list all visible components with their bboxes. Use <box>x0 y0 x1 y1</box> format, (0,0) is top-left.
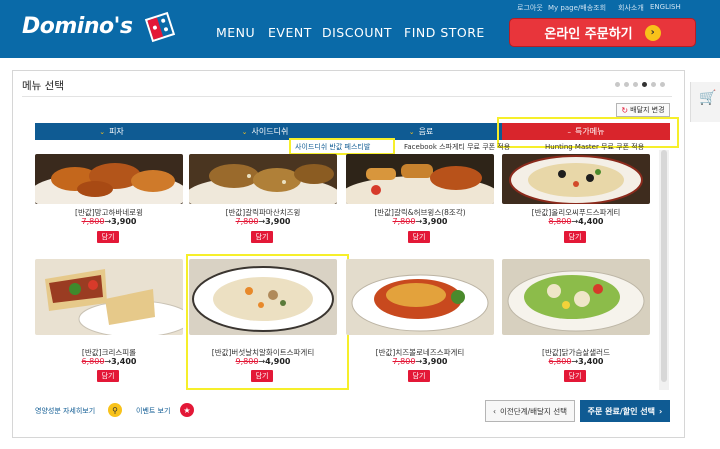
cart-tab[interactable]: 🛒 <box>690 82 720 122</box>
prev-step-label: 이전단계/배달지 선택 <box>499 406 567 416</box>
change-address-label: 배달지 변경 <box>630 106 665 114</box>
subnav-hunting-master[interactable]: Hunting Master 무료 쿠폰 적용 <box>545 142 644 152</box>
nav-menu[interactable]: MENU <box>216 25 255 40</box>
chevron-down-icon: ⌄ <box>408 127 415 136</box>
next-step-button[interactable]: 주문 완료/할인 선택 › <box>580 400 670 422</box>
nutrition-info-link[interactable]: 영양성분 자세히보기 <box>35 406 95 416</box>
cart-icon: 🛒 <box>699 90 717 106</box>
logout-link[interactable]: 로그아웃 <box>517 3 543 13</box>
tab-label: 피자 <box>109 127 124 136</box>
crispy-roll-photo[interactable] <box>35 259 183 335</box>
scrollbar-thumb[interactable] <box>661 150 667 382</box>
online-order-label: 온라인 주문하기 <box>544 27 633 42</box>
nav-event[interactable]: EVENT <box>268 25 312 40</box>
add-to-cart-button[interactable]: 담기 <box>97 370 119 382</box>
tab-label: 음료 <box>418 127 434 136</box>
event-link[interactable]: 이벤트 보기 <box>136 406 170 416</box>
wings-wedges-photo[interactable] <box>346 154 494 204</box>
pager-dot <box>624 82 629 87</box>
chevron-down-icon: ⌄ <box>241 127 248 136</box>
nav-find-store[interactable]: FIND STORE <box>404 25 485 40</box>
tab-label: 사이드디쉬 <box>251 127 289 136</box>
highlight-subnav <box>289 138 395 155</box>
dominos-logo[interactable]: Domino's <box>22 11 176 44</box>
cheese-bolognese-spaghetti-photo[interactable] <box>346 259 494 335</box>
product-price: 8,800→4,400 <box>548 217 604 226</box>
add-to-cart-button[interactable]: 담기 <box>564 370 586 382</box>
subnav-facebook-coupon[interactable]: Facebook 스파게티 무료 쿠폰 적용 <box>404 142 510 152</box>
star-icon[interactable]: ★ <box>180 403 194 417</box>
product-price: 6,800→3,400 <box>548 357 604 366</box>
pager-dot <box>633 82 638 87</box>
add-to-cart-button[interactable]: 담기 <box>97 231 119 243</box>
chevron-right-icon: › <box>659 406 663 416</box>
chevron-left-icon: ‹ <box>492 406 496 416</box>
company-link[interactable]: 회사소개 <box>618 3 644 13</box>
product-price: 7,800→3,900 <box>392 357 448 366</box>
tab-pizza[interactable]: ⌄ 피자 <box>35 123 188 140</box>
arrow-right-icon: › <box>644 24 661 41</box>
pager-dot <box>615 82 620 87</box>
step-pager <box>615 82 665 87</box>
pager-dot <box>651 82 656 87</box>
add-to-cart-button[interactable]: 담기 <box>564 231 586 243</box>
product-price: 7,800→3,900 <box>235 217 291 226</box>
nav-discount[interactable]: DISCOUNT <box>322 25 392 40</box>
add-to-cart-button[interactable]: 담기 <box>251 231 273 243</box>
refresh-icon: ↻ <box>621 105 629 115</box>
english-link[interactable]: ENGLISH <box>650 3 681 11</box>
change-address-button[interactable]: ↻ 배달지 변경 <box>616 103 670 117</box>
wings-mango-photo[interactable] <box>35 154 183 204</box>
chicken-breast-salad-photo[interactable] <box>502 259 650 335</box>
pager-dot-active <box>642 82 647 87</box>
prev-step-button[interactable]: ‹ 이전단계/배달지 선택 <box>485 400 575 422</box>
chevron-down-icon: ⌄ <box>99 127 106 136</box>
product-price: 7,800→3,900 <box>81 217 137 226</box>
add-to-cart-button[interactable]: 담기 <box>408 370 430 382</box>
highlight-product <box>186 254 349 390</box>
panel-title: 메뉴 선택 <box>22 80 64 92</box>
logo-text: Domino's <box>22 14 133 39</box>
divider <box>22 96 672 97</box>
wings-garlic-parmesan-photo[interactable] <box>189 154 337 204</box>
search-icon[interactable]: ⚲ <box>108 403 122 417</box>
next-step-label: 주문 완료/할인 선택 <box>587 406 656 416</box>
olio-seafood-spaghetti-photo[interactable] <box>502 154 650 204</box>
product-price: 6,800→3,400 <box>81 357 137 366</box>
domino-tile-icon <box>144 11 176 43</box>
pager-dot <box>660 82 665 87</box>
add-to-cart-button[interactable]: 담기 <box>408 231 430 243</box>
product-price: 7,800→3,900 <box>392 217 448 226</box>
mypage-link[interactable]: My page/배송조회 <box>548 3 606 13</box>
online-order-button[interactable]: 온라인 주문하기 › <box>509 18 696 47</box>
